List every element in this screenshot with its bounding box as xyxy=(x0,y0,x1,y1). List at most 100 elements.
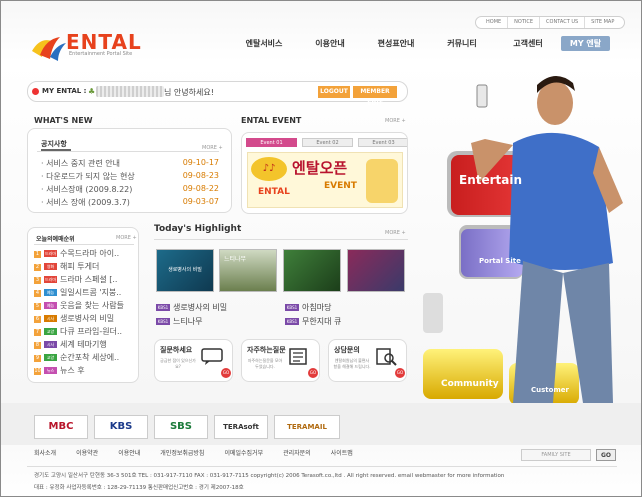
card-portal-site[interactable]: Portal Site xyxy=(479,257,521,265)
tab-event-01[interactable]: Event 01 xyxy=(246,138,297,147)
event-banner[interactable]: ♪♪ 엔탈오픈 EVENT ENTAL xyxy=(247,152,403,208)
highlight-item[interactable]: KBS1 느티나무 xyxy=(156,316,202,327)
home-link[interactable]: HOME xyxy=(480,17,509,28)
nav-my-ental[interactable]: MY 엔탈 xyxy=(561,36,610,51)
card-customer[interactable]: Customer xyxy=(531,386,569,394)
news-title: 서비스장애 (2009.8.22) xyxy=(46,185,133,194)
contact-us-link[interactable]: CONTACT US xyxy=(540,17,586,28)
channel-badge: KBS1 xyxy=(285,318,299,325)
ranking-item[interactable]: 1 드라마 수목드라마 아이.. xyxy=(34,248,136,259)
ranking-title-text: 웃음을 찾는 사람들 xyxy=(60,301,124,310)
highlight-thumbnail[interactable] xyxy=(347,249,405,292)
highlight-thumbnail[interactable]: 생로병사의 비밀 xyxy=(156,249,214,292)
highlight-item[interactable]: KBS1 무한지대 큐 xyxy=(285,316,341,327)
footer-link-sitemap[interactable]: 사이트맵 xyxy=(331,448,353,457)
ranking-title-text: 세계 테마기행 xyxy=(60,340,107,349)
news-title: 서비스 장애 (2009.3.7) xyxy=(46,198,130,207)
family-site-select[interactable]: FAMILY SITE xyxy=(521,449,591,461)
whats-new-more-link[interactable]: MORE + xyxy=(202,145,223,151)
ranking-box: 오늘의예매순위 MORE + 1 드라마 수목드라마 아이.. 2 영화 해피 투게더 3 드… xyxy=(27,227,139,383)
qbox-desc: 엔탈회원님의 불편사항을 해결해 드립니다. xyxy=(333,358,371,369)
footer-link-guide[interactable]: 이용안내 xyxy=(118,448,140,457)
faq-box[interactable]: 자주하는질문 자주하는질문을 모아두었습니다. GO xyxy=(241,339,320,382)
notice-link[interactable]: NOTICE xyxy=(508,17,541,28)
genre-badge: 드라마 xyxy=(44,250,57,257)
footer-link-company[interactable]: 회사소개 xyxy=(34,448,56,457)
ranking-title: 오늘의예매순위 xyxy=(36,236,75,243)
genre-badge: 예능 xyxy=(44,289,57,296)
ranking-item[interactable]: 3 드라마 드라마 스페셜 [.. xyxy=(34,274,136,285)
greeting-text: 님 안녕하세요! xyxy=(164,88,214,97)
channel-badge: KBS1 xyxy=(285,304,299,311)
event-banner-logo: ENTAL xyxy=(258,187,290,197)
logo-subtitle: Entertainment Portal Site xyxy=(69,51,133,57)
highlight-item[interactable]: KBS1 아침마당 xyxy=(285,302,331,313)
tab-event-03[interactable]: Event 03 xyxy=(358,138,407,147)
ranking-item[interactable]: 8 시사 세계 테마기행 xyxy=(34,339,136,350)
thumb-caption: 느티나무 xyxy=(224,256,247,263)
nav-customer-center[interactable]: 고객센터 xyxy=(495,38,561,49)
rank-number: 10 xyxy=(34,368,41,375)
nav-ental-service[interactable]: 엔탈서비스 xyxy=(231,38,297,49)
consult-box[interactable]: 상담문의 엔탈회원님의 불편사항을 해결해 드립니다. GO xyxy=(328,339,407,382)
highlight-more-link[interactable]: MORE + xyxy=(385,230,406,236)
terasoft-banner[interactable]: TERAsoft xyxy=(214,415,268,439)
ranking-title-text: 생로병사의 비밀 xyxy=(60,314,115,323)
user-icon: ♣ xyxy=(88,87,96,96)
divider xyxy=(37,151,219,152)
mbc-banner[interactable]: MBC xyxy=(34,415,88,439)
ranking-item[interactable]: 2 영화 해피 투게더 xyxy=(34,261,136,272)
nav-schedule[interactable]: 편성표안내 xyxy=(363,38,429,49)
go-button[interactable]: GO xyxy=(308,368,318,378)
divider xyxy=(154,239,408,240)
divider xyxy=(27,466,617,467)
footer-link-admin[interactable]: 관리자문의 xyxy=(283,448,311,457)
go-button[interactable]: GO xyxy=(395,368,405,378)
ranking-item[interactable]: 5 예능 웃음을 찾는 사람들 xyxy=(34,300,136,311)
main-nav: 엔탈서비스 이용안내 편성표안내 커뮤니티 고객센터 xyxy=(231,38,561,49)
ranking-item[interactable]: 7 교양 다큐 프라임-원더.. xyxy=(34,326,136,337)
highlight-item[interactable]: KBS1 생로병사의 비밀 xyxy=(156,302,227,313)
member-edit-button[interactable]: MEMBER EDIT xyxy=(353,86,397,107)
nav-usage-guide[interactable]: 이용안내 xyxy=(297,38,363,49)
go-button[interactable]: GO xyxy=(221,368,231,378)
family-site-go-button[interactable]: GO xyxy=(596,449,616,461)
ranking-title-text: 수목드라마 아이.. xyxy=(60,249,120,258)
tab-event-02[interactable]: Event 02 xyxy=(302,138,353,147)
sbs-banner[interactable]: SBS xyxy=(154,415,208,439)
ask-question-box[interactable]: 질문하세요 궁금한 점이 있으신가요? GO xyxy=(154,339,233,382)
card-community[interactable]: Community xyxy=(441,379,499,389)
rank-number: 3 xyxy=(34,277,41,284)
footer-link-email-refuse[interactable]: 이메일수집거부 xyxy=(224,448,263,457)
event-banner-sub: EVENT xyxy=(324,181,357,191)
footer-link-privacy[interactable]: 개인정보취급방침 xyxy=(160,448,204,457)
logout-button[interactable]: LOGOUT xyxy=(318,86,350,98)
highlight-thumbnail[interactable]: 느티나무 xyxy=(219,249,277,292)
event-banner-main: 엔탈오픈 xyxy=(292,159,348,177)
footer-link-terms[interactable]: 이용약관 xyxy=(76,448,98,457)
news-item[interactable]: · 서비스 중지 관련 안내 09-10-17 xyxy=(41,158,219,171)
tab-notice[interactable]: 공지사항 xyxy=(41,139,67,149)
card-entertain[interactable]: Entertain xyxy=(459,173,522,187)
kbs-banner[interactable]: KBS xyxy=(94,415,148,439)
news-item[interactable]: · 서비스 장애 (2009.3.7) 09-03-07 xyxy=(41,197,219,210)
ranking-more-link[interactable]: MORE + xyxy=(116,235,137,241)
site-map-link[interactable]: SITE MAP xyxy=(585,17,620,28)
news-title: 다운로드가 되지 않는 현상 xyxy=(46,172,135,181)
ranking-item[interactable]: 4 예능 일일시트콤 '지붕.. xyxy=(34,287,136,298)
ranking-item[interactable]: 9 교양 순간포착 세상에.. xyxy=(34,352,136,363)
teramail-banner[interactable]: TERAMAIL xyxy=(274,415,340,439)
highlight-thumbnail[interactable] xyxy=(283,249,341,292)
my-ental-label: MY ENTAL : xyxy=(42,87,87,95)
ranking-item[interactable]: 10 뉴스 뉴스 후 xyxy=(34,365,136,376)
ranking-item[interactable]: 6 시사 생로병사의 비밀 xyxy=(34,313,136,324)
ental-event-more-link[interactable]: MORE + xyxy=(385,118,406,124)
qbox-title: 질문하세요 xyxy=(160,346,193,354)
news-item[interactable]: · 서비스장애 (2009.8.22) 09-08-22 xyxy=(41,184,219,197)
hero-illustration xyxy=(423,75,623,403)
nav-community[interactable]: 커뮤니티 xyxy=(429,38,495,49)
ranking-title-text: 순간포착 세상에.. xyxy=(60,353,120,362)
qbox-title: 자주하는질문 xyxy=(247,346,286,354)
news-item[interactable]: · 다운로드가 되지 않는 현상 09-08-23 xyxy=(41,171,219,184)
whats-new-title: WHAT'S NEW xyxy=(34,116,93,125)
